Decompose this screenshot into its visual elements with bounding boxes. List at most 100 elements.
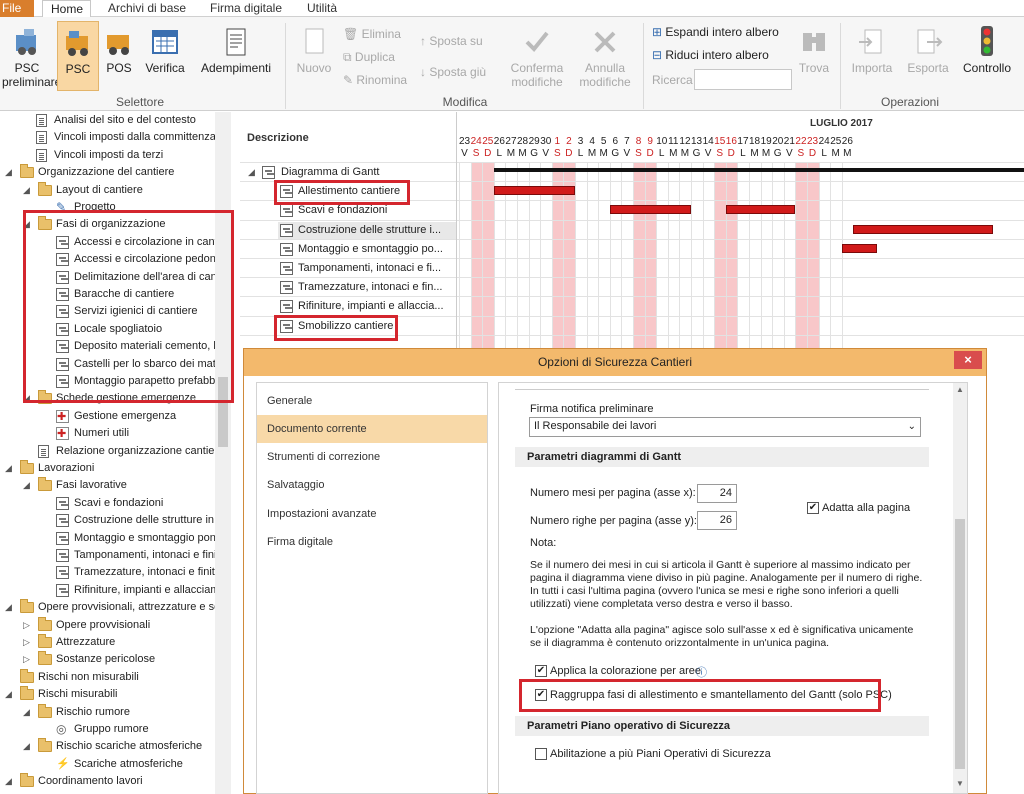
tree-item[interactable]: ◢ Layout di cantiere: [0, 181, 230, 199]
tree-item[interactable]: ✚ Numeri utili: [0, 425, 230, 442]
ricerca-input[interactable]: [694, 69, 792, 90]
day-column: [737, 162, 749, 352]
expanded-arrow-icon[interactable]: ◢: [23, 477, 30, 494]
task-bar[interactable]: [841, 243, 877, 253]
task-bar[interactable]: [609, 205, 691, 215]
expanded-arrow-icon[interactable]: ◢: [5, 164, 12, 181]
vertical-scrollbar[interactable]: ▲ ▼: [953, 383, 967, 793]
tree-item[interactable]: Analisi del sito e del contesto: [0, 112, 230, 129]
tree-item[interactable]: Vincoli imposti dalla committenza: [0, 129, 230, 146]
verifica-button[interactable]: Verifica: [142, 27, 188, 75]
tree-item[interactable]: ▷ Attrezzature: [0, 634, 230, 651]
tab-utilita[interactable]: Utilità: [299, 0, 345, 17]
tree-item-label: Gestione emergenza: [74, 409, 177, 422]
adatta-checkbox[interactable]: ✔: [807, 502, 819, 514]
tree-item[interactable]: ◎ Gruppo rumore: [0, 721, 230, 738]
gantt-phase-row[interactable]: Costruzione delle strutture i...: [278, 221, 456, 239]
tree-item[interactable]: Rischi non misurabili: [0, 668, 230, 686]
firma-notifica-select[interactable]: Il Responsabile dei lavori ⌄: [529, 417, 921, 437]
nav-impostazioni-avanzate[interactable]: Impostazioni avanzate: [257, 500, 487, 528]
psc-button[interactable]: PSC: [57, 21, 99, 91]
nav-generale[interactable]: Generale: [257, 387, 487, 415]
task-bar[interactable]: [725, 205, 796, 215]
nav-documento-corrente[interactable]: Documento corrente: [257, 415, 487, 443]
tree-item[interactable]: ◢ Fasi lavorative: [0, 477, 230, 494]
gantt-phase-row[interactable]: Montaggio e smontaggio po...: [278, 241, 456, 258]
tree-item[interactable]: Montaggio e smontaggio pont: [0, 530, 230, 547]
collapsed-arrow-icon[interactable]: ▷: [23, 651, 30, 668]
nav-firma-digitale[interactable]: Firma digitale: [257, 528, 487, 556]
expanded-arrow-icon[interactable]: ◢: [5, 460, 12, 477]
tree-item[interactable]: Relazione organizzazione cantiere: [0, 443, 230, 460]
importa-button[interactable]: Importa: [848, 27, 896, 75]
nuovo-button[interactable]: Nuovo: [292, 27, 336, 75]
tree-item[interactable]: ◢ Coordinamento lavori: [0, 773, 230, 790]
tab-firma[interactable]: Firma digitale: [202, 0, 290, 17]
tree-item[interactable]: ⚡ Scariche atmosferiche: [0, 756, 230, 773]
gantt-phase-row[interactable]: Tramezzature, intonaci e fin...: [278, 279, 456, 296]
tree-item[interactable]: Tamponamenti, intonaci e finit: [0, 547, 230, 564]
close-button[interactable]: ×: [954, 351, 982, 369]
info-icon[interactable]: ⓘ: [696, 664, 707, 680]
gantt-phase-row[interactable]: Tamponamenti, intonaci e fi...: [278, 260, 456, 277]
elimina-button[interactable]: 🗑 Elimina: [343, 27, 401, 41]
tree-item[interactable]: Tramezzature, intonaci e finitu: [0, 564, 230, 581]
expanded-arrow-icon[interactable]: ◢: [5, 686, 12, 703]
pos-button[interactable]: POS: [103, 27, 135, 75]
tree-item[interactable]: ◢ Opere provvisionali, attrezzature e so: [0, 599, 230, 616]
tab-home[interactable]: Home: [42, 0, 91, 17]
nav-strumenti-correzione[interactable]: Strumenti di correzione: [257, 443, 487, 471]
task-bar[interactable]: [853, 224, 993, 234]
sposta-su-button[interactable]: ↑ Sposta su: [420, 34, 483, 48]
arrow-up-icon: ↑: [420, 34, 430, 48]
tree-item[interactable]: ◢ Rischi misurabili: [0, 686, 230, 703]
abilita-checkbox[interactable]: [535, 748, 547, 760]
tree-item[interactable]: ◢ Lavorazioni: [0, 460, 230, 477]
tree-item[interactable]: ◢ Rischio rumore: [0, 703, 230, 721]
expanded-arrow-icon[interactable]: ◢: [5, 599, 12, 616]
nav-salvataggio[interactable]: Salvataggio: [257, 471, 487, 499]
tree-item[interactable]: Vincoli imposti da terzi: [0, 147, 230, 164]
tree-item-label: Coordinamento lavori: [38, 775, 143, 788]
scroll-down-icon[interactable]: ▼: [956, 779, 964, 788]
expanded-arrow-icon[interactable]: ◢: [5, 773, 12, 790]
weekday-letter: M: [831, 148, 840, 159]
sposta-giu-button[interactable]: ↓ Sposta giù: [420, 65, 486, 79]
esporta-button[interactable]: Esporta: [904, 27, 952, 75]
gantt-phase-row[interactable]: Rifiniture, impianti e allaccia...: [278, 298, 456, 315]
phase-icon: [280, 300, 293, 314]
applica-checkbox[interactable]: ✔: [535, 665, 547, 677]
trova-button[interactable]: Trova: [796, 27, 832, 75]
duplica-button[interactable]: ⧉ Duplica: [343, 50, 395, 65]
espandi-albero-button[interactable]: ⊞ Espandi intero albero: [652, 25, 779, 39]
tab-file[interactable]: File: [0, 0, 34, 17]
rinomina-button[interactable]: ✎ Rinomina: [343, 73, 407, 87]
riduci-albero-button[interactable]: ⊟ Riduci intero albero: [652, 48, 769, 62]
expanded-arrow-icon[interactable]: ◢: [23, 704, 30, 721]
righe-input[interactable]: 26: [697, 511, 737, 530]
scrollbar-thumb[interactable]: [955, 519, 965, 769]
tab-archivi[interactable]: Archivi di base: [100, 0, 194, 17]
annulla-modifiche-button[interactable]: Annulla modifiche: [574, 27, 636, 89]
tree-item[interactable]: ▷ Sostanze pericolose: [0, 651, 230, 668]
psc-preliminare-button[interactable]: PSC preliminare: [2, 27, 61, 89]
expanded-arrow-icon[interactable]: ◢: [248, 164, 255, 181]
tree-item[interactable]: Rifiniture, impianti e allacciame: [0, 582, 230, 599]
mesi-input[interactable]: 24: [697, 484, 737, 503]
controllo-button[interactable]: Controllo: [958, 25, 1016, 75]
expanded-arrow-icon[interactable]: ◢: [23, 738, 30, 755]
tree-item[interactable]: ◢ Organizzazione del cantiere: [0, 164, 230, 181]
conferma-modifiche-button[interactable]: Conferma modifiche: [506, 27, 568, 89]
tree-item[interactable]: Costruzione delle strutture in c: [0, 512, 230, 529]
tree-item[interactable]: ◢ Rischio scariche atmosferiche: [0, 738, 230, 755]
tree-item[interactable]: Scavi e fondazioni: [0, 495, 230, 512]
collapsed-arrow-icon[interactable]: ▷: [23, 634, 30, 651]
expanded-arrow-icon[interactable]: ◢: [23, 182, 30, 199]
adempimenti-button[interactable]: Adempimenti: [196, 27, 276, 75]
scroll-up-icon[interactable]: ▲: [956, 385, 964, 394]
tree-item[interactable]: ▷ Opere provvisionali: [0, 616, 230, 634]
collapsed-arrow-icon[interactable]: ▷: [23, 617, 30, 634]
tree-item[interactable]: ✚ Gestione emergenza: [0, 408, 230, 425]
task-bar[interactable]: [493, 186, 575, 196]
weekday-letter: S: [472, 148, 480, 159]
